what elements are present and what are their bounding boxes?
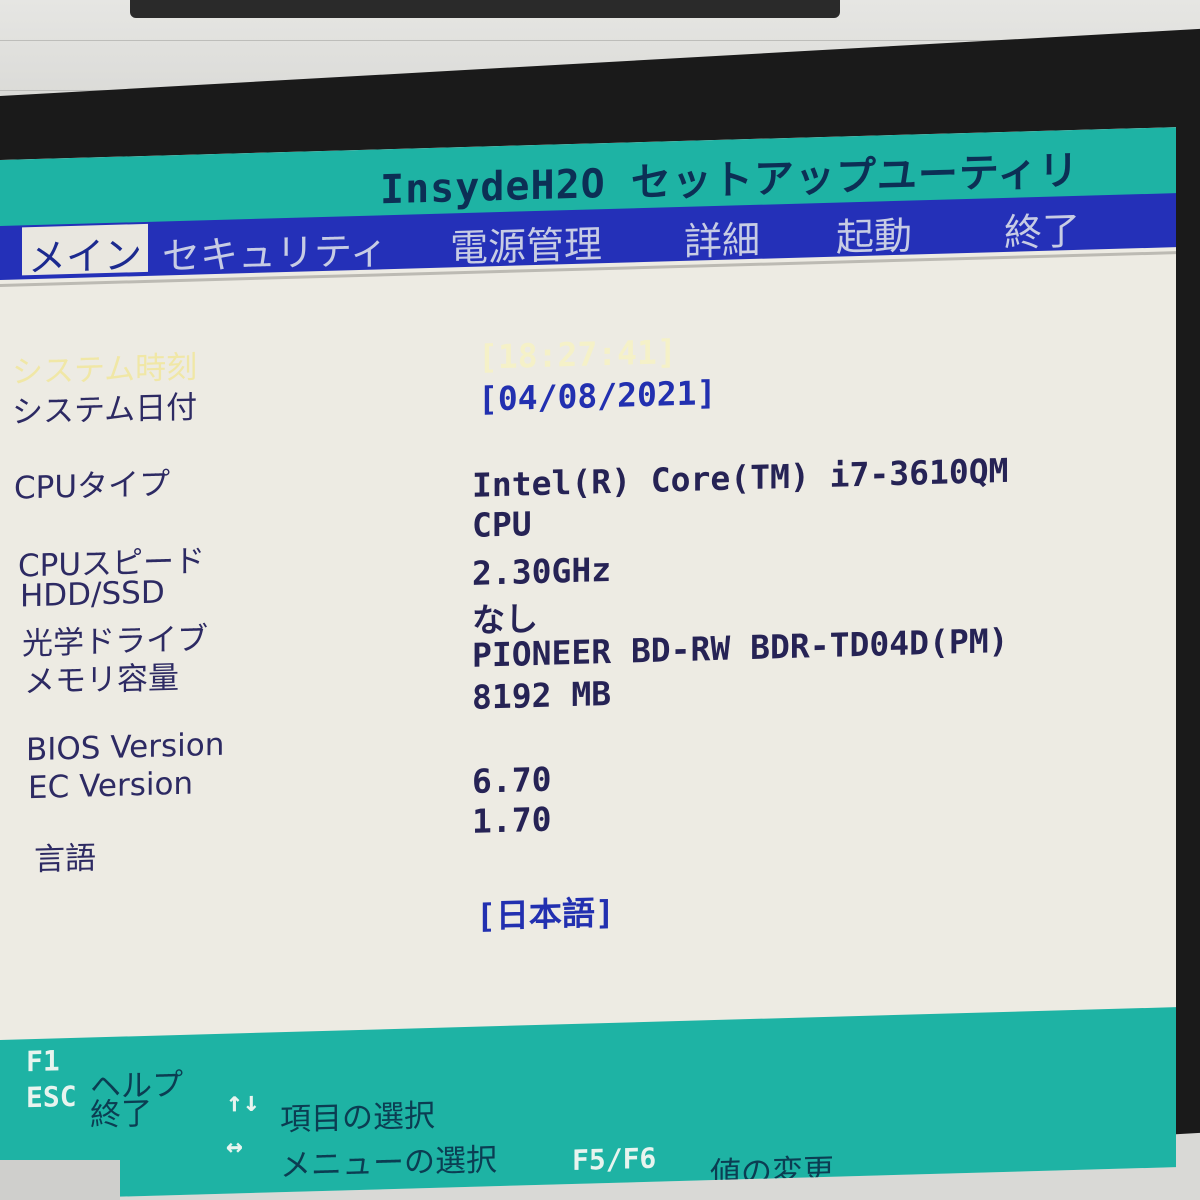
bios-screen: InsydeH2O セットアップユーティリ メイン セキュリティ 電源管理 詳細…	[0, 127, 1176, 1200]
language-label: 言語	[34, 840, 96, 879]
monitor-top-edge	[130, 0, 840, 18]
ec-version-label: EC Version	[28, 765, 194, 807]
memory-value: 8192 MB	[472, 673, 612, 717]
esc-hint: 終了	[90, 1095, 152, 1134]
language-value[interactable]: [日本語]	[476, 886, 615, 938]
menu-tab-power[interactable]: 電源管理	[450, 213, 602, 272]
menu-tab-security[interactable]: セキュリティ	[162, 219, 388, 280]
bios-version-value: 6.70	[472, 759, 552, 801]
hdd-ssd-label: HDD/SSD	[20, 574, 165, 615]
optical-drive-value: PIONEER BD-RW BDR-TD04D(PM)	[472, 620, 1009, 675]
menu-tab-advanced[interactable]: 詳細	[684, 209, 760, 266]
updown-hint: 項目の選択	[280, 1097, 435, 1139]
leftright-hint: メニューの選択	[280, 1142, 497, 1185]
system-date-value[interactable]: [04/08/2021]	[478, 373, 716, 419]
menu-tab-exit[interactable]: 終了	[1004, 200, 1080, 257]
bios-version-label: BIOS Version	[26, 726, 225, 769]
cpu-type-value: Intel(R) Core(TM) i7-3610QM	[472, 450, 1009, 505]
up-down-arrows-icon: ↑↓	[226, 1084, 260, 1119]
system-date-label: システム日付	[12, 389, 198, 431]
memory-label: メモリ容量	[24, 660, 179, 701]
menu-tab-boot[interactable]: 起動	[836, 205, 912, 262]
cpu-type-value-line2: CPU	[472, 504, 532, 545]
cpu-type-label: CPUタイプ	[14, 466, 171, 507]
cpu-speed-value: 2.30GHz	[472, 549, 612, 593]
esc-key: ESC	[26, 1079, 77, 1115]
f5-f6-key: F5/F6	[572, 1141, 657, 1178]
left-right-arrows-icon: ↔	[226, 1129, 243, 1163]
system-time-value[interactable]: [18:27:41]	[478, 332, 677, 377]
menu-tab-main[interactable]: メイン	[22, 223, 149, 280]
footer-help-bar: F1 ヘルプ ESC 終了 ↑↓ 項目の選択 ↔ メニューの選択 F5/F6 値…	[0, 1007, 1176, 1200]
desk-surface	[0, 1160, 120, 1200]
f1-key: F1	[26, 1044, 60, 1079]
f5f6-hint: 値の変更	[710, 1152, 834, 1193]
main-content: システム時刻 [18:27:41] システム日付 [04/08/2021] CP…	[0, 251, 1176, 1027]
ec-version-value: 1.70	[472, 799, 552, 841]
